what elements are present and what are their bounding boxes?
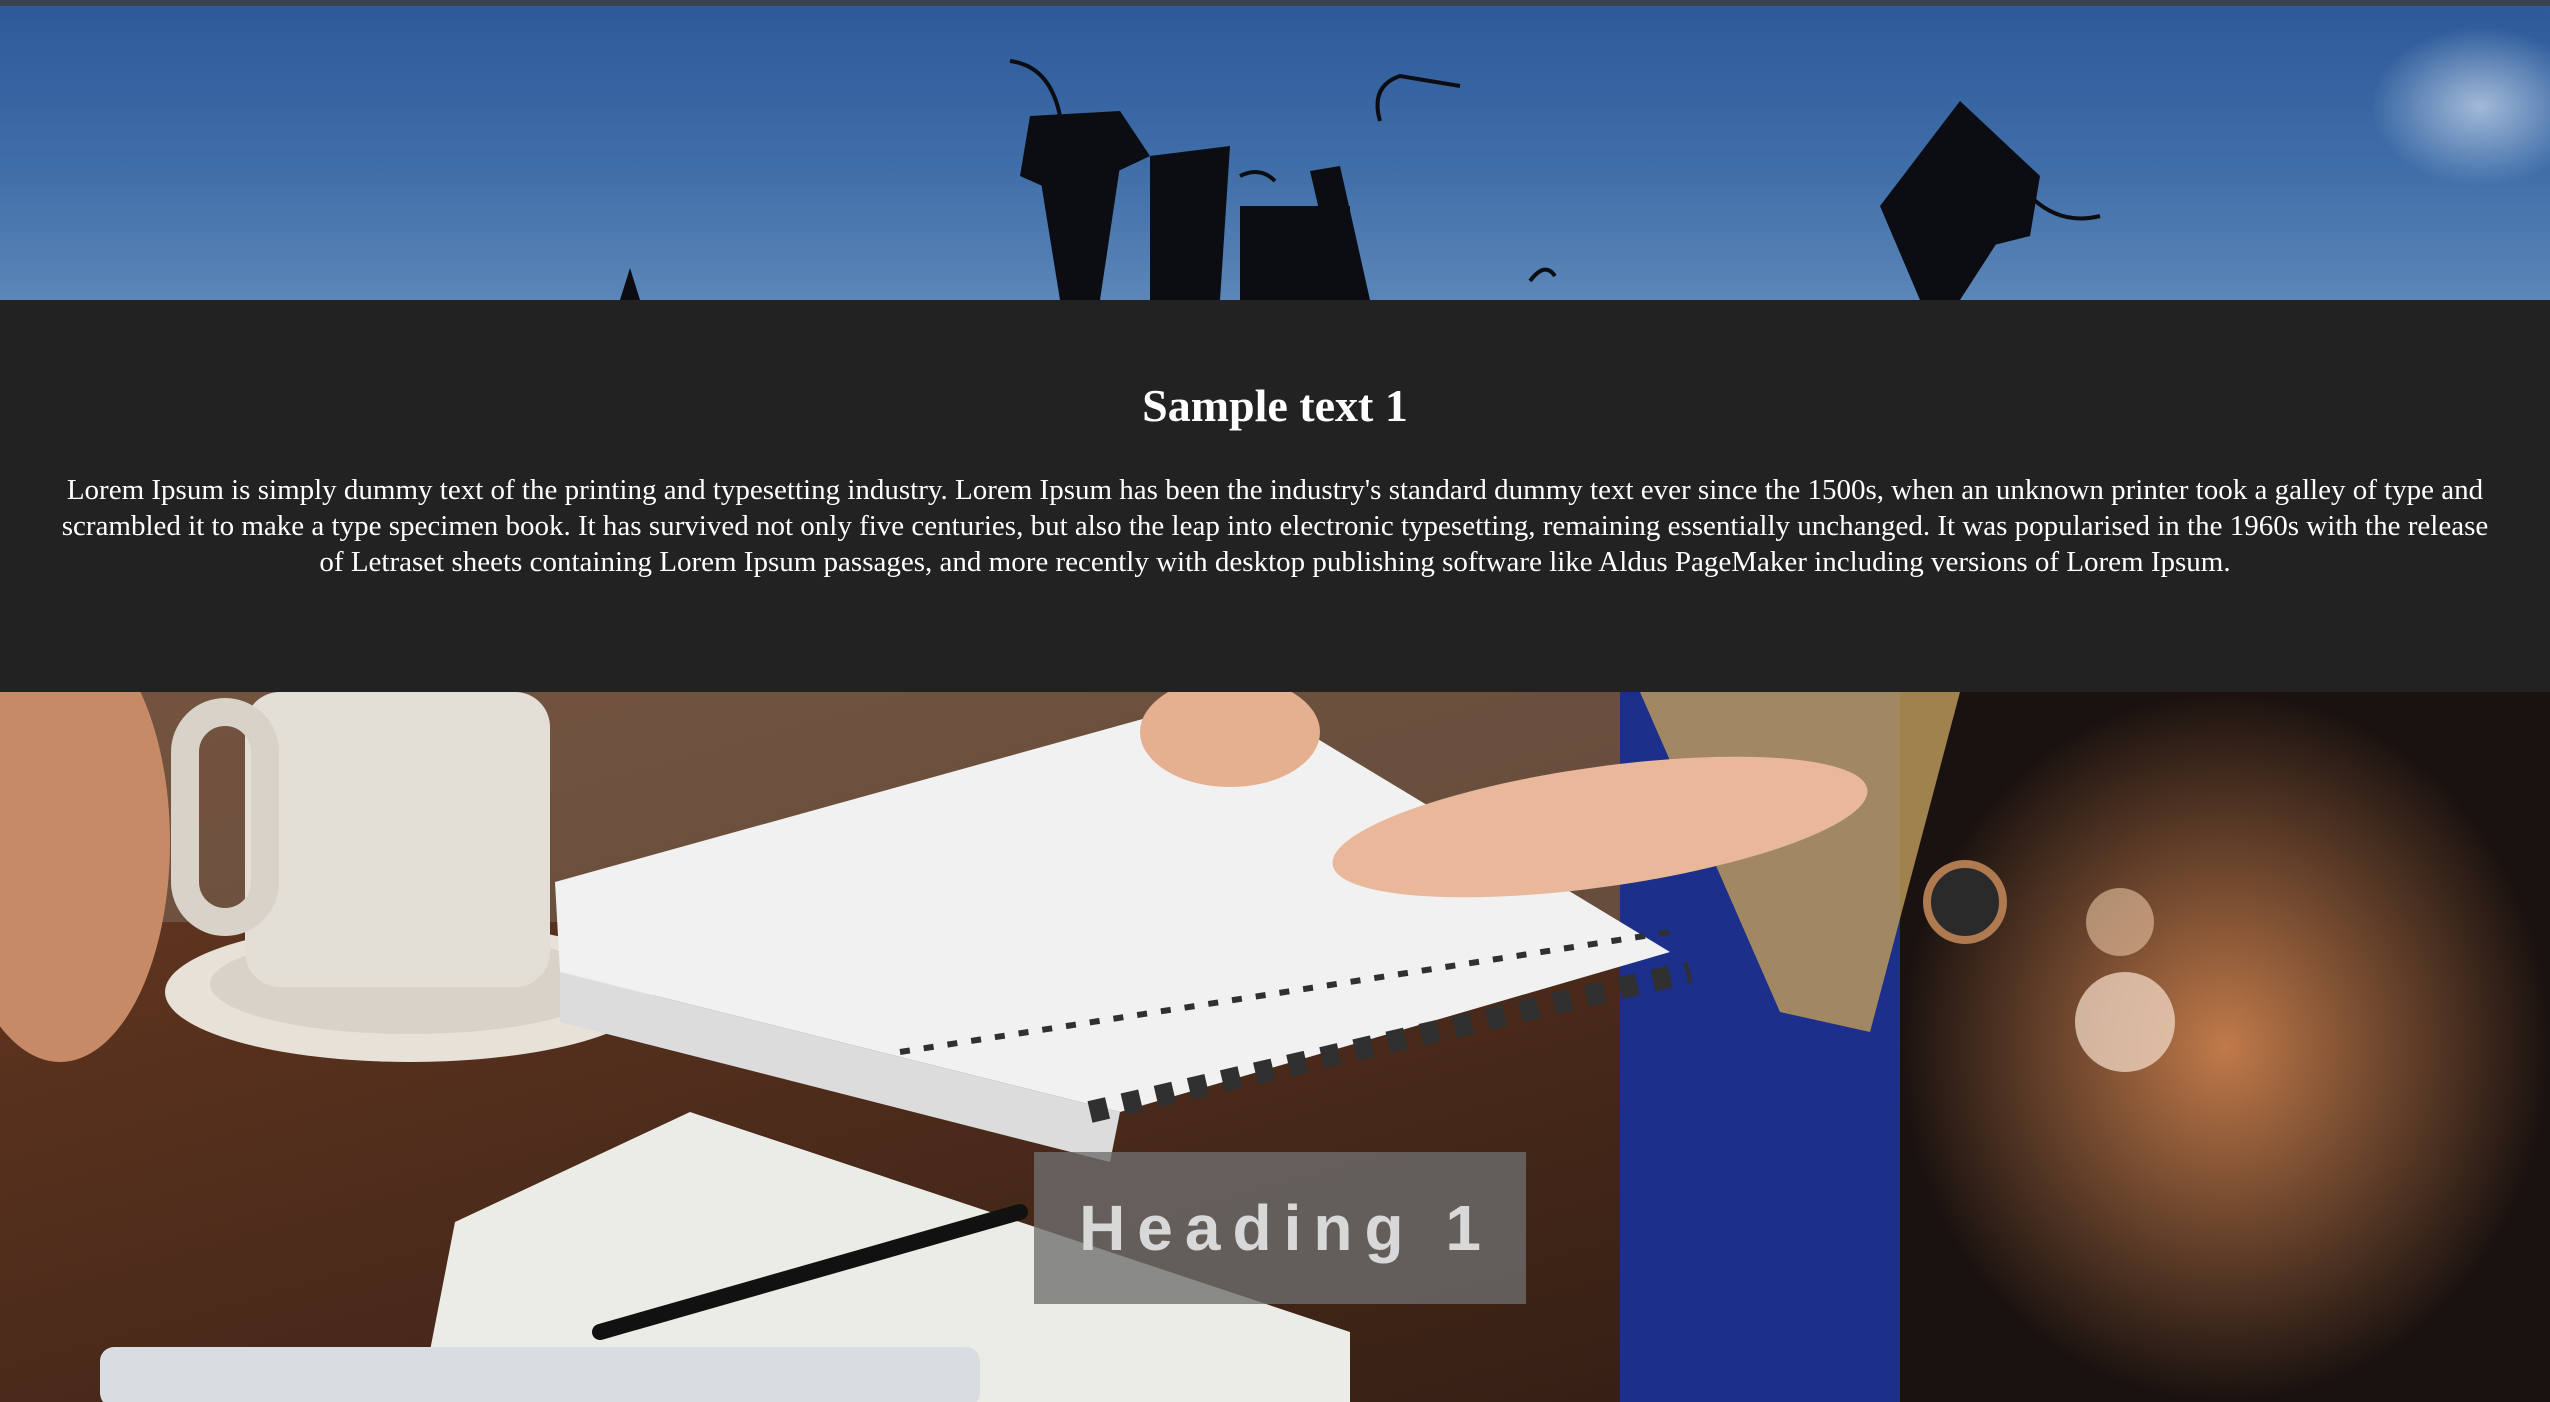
text-section: Sample text 1 Lorem Ipsum is simply dumm… <box>0 300 2550 692</box>
page: Sample text 1 Lorem Ipsum is simply dumm… <box>0 0 2550 1402</box>
hero-image <box>0 6 2550 300</box>
heading-1: Heading 1 <box>1079 1192 1493 1264</box>
section-title: Sample text 1 <box>1142 380 1408 431</box>
graduation-caps-icon <box>620 59 2101 300</box>
desk-photo: Heading 1 <box>0 692 2550 1402</box>
heading-overlay: Heading 1 <box>1034 1152 1526 1304</box>
section-body: Lorem Ipsum is simply dummy text of the … <box>61 474 2489 578</box>
